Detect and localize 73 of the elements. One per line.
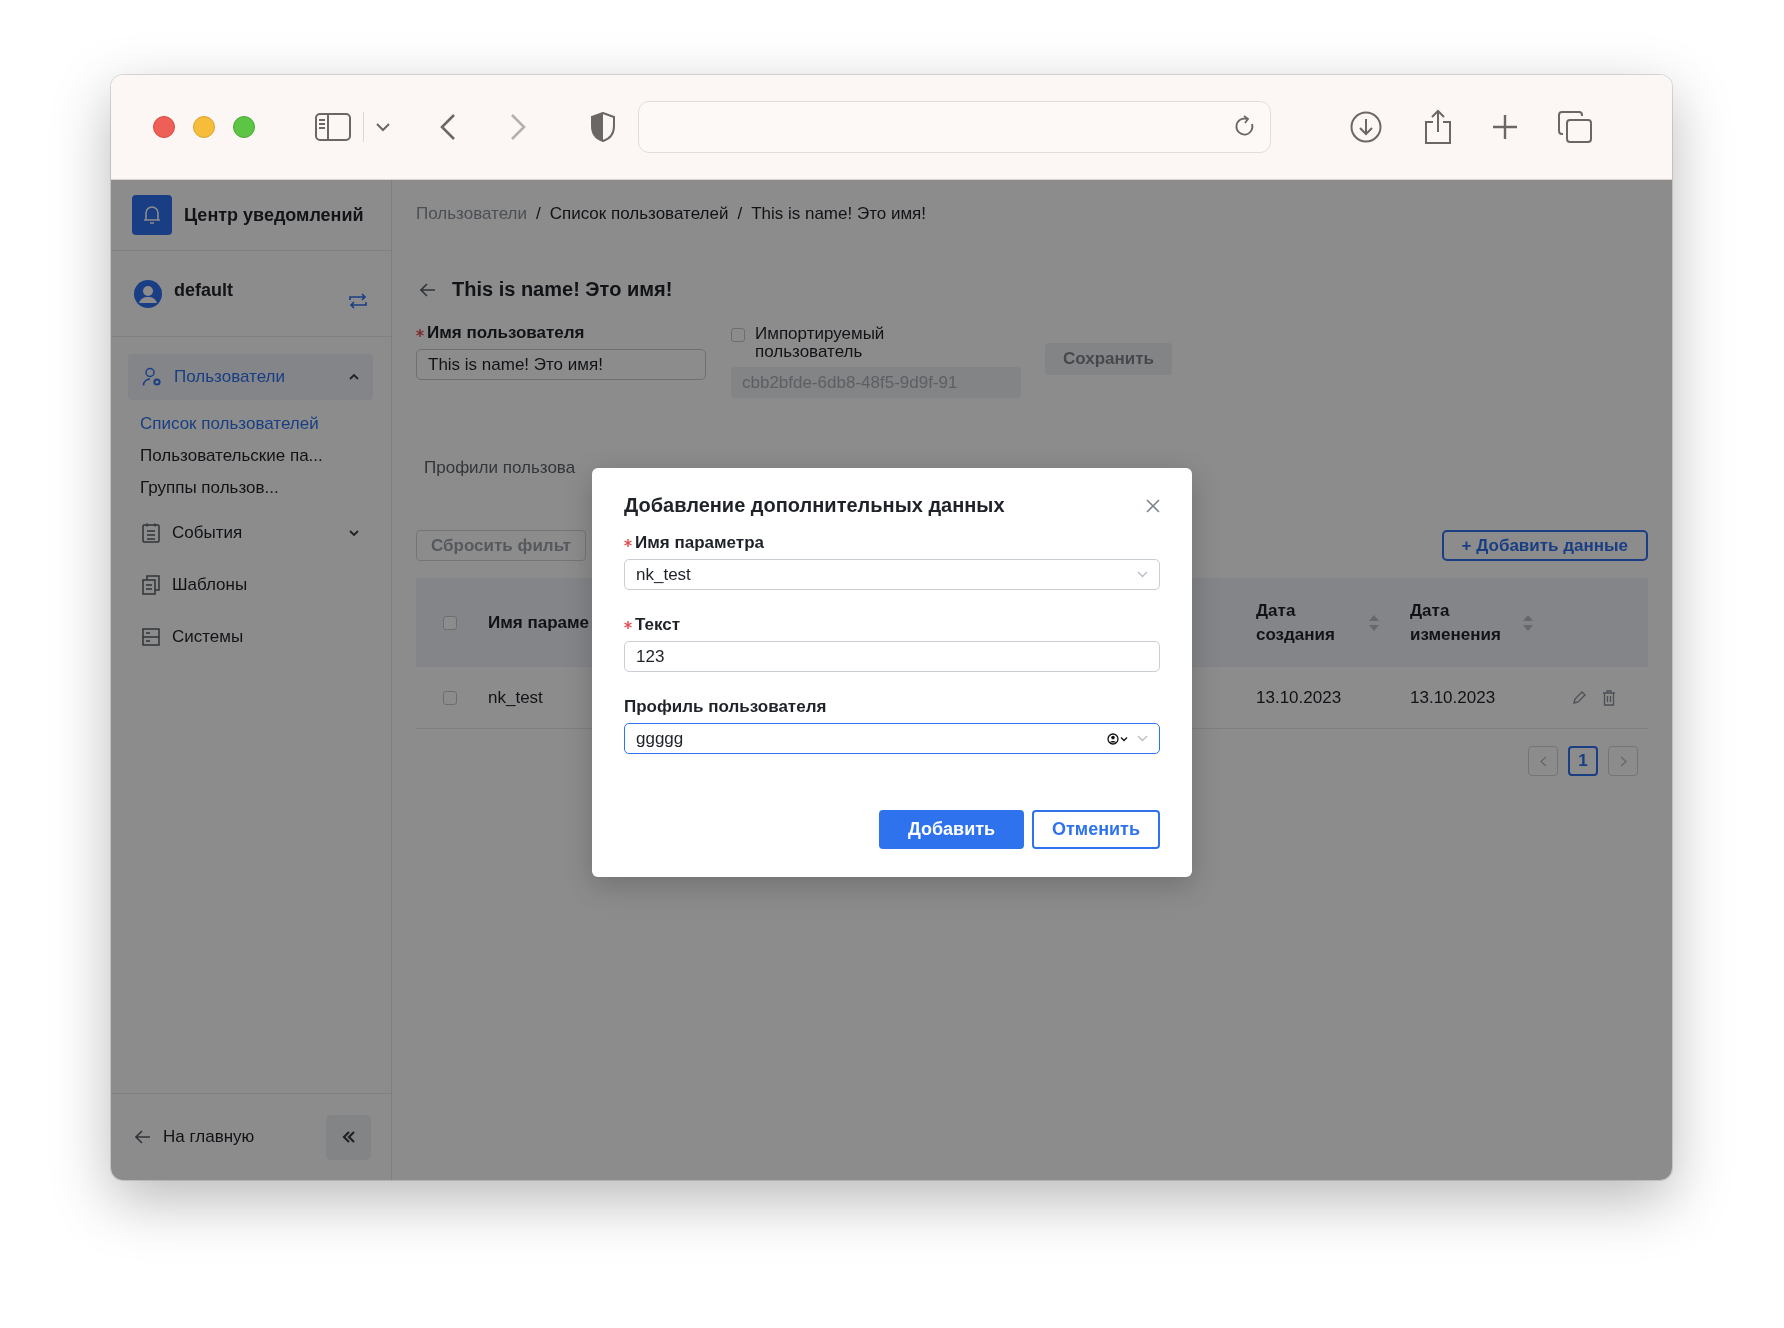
page-button[interactable]: 1 — [1568, 746, 1598, 776]
bell-logo-icon — [132, 195, 172, 235]
chevron-down-icon — [1137, 735, 1148, 742]
checkbox-label: Импортируемый пользователь — [755, 325, 886, 361]
add-data-button[interactable]: + Добавить данные — [1441, 530, 1648, 561]
menu-item[interactable]: Пользователи — [128, 354, 373, 400]
select-field[interactable]: ggggg — [624, 723, 1160, 754]
column-header: Дата изменения — [1410, 599, 1502, 646]
submenu-item[interactable]: Список пользователей — [140, 412, 373, 436]
menu-item[interactable]: Шаблоны — [128, 562, 373, 608]
share-icon[interactable] — [1424, 109, 1452, 145]
user-name: default — [174, 280, 234, 301]
back-icon[interactable] — [440, 113, 456, 141]
breadcrumb-separator: / — [535, 203, 541, 225]
pencil-icon[interactable] — [1572, 690, 1586, 705]
back-arrow-icon[interactable] — [420, 282, 436, 297]
chevron-down-icon — [1137, 571, 1148, 578]
text-field[interactable]: 123 — [624, 641, 1160, 672]
plus-icon[interactable] — [1492, 114, 1518, 140]
select-all-checkbox[interactable] — [443, 615, 457, 630]
close-icon — [1146, 498, 1160, 513]
imported-checkbox[interactable] — [731, 328, 745, 342]
tabs-icon[interactable] — [1558, 111, 1592, 143]
field-label: Текст — [635, 615, 681, 635]
double-chevron-left-icon — [341, 1131, 356, 1143]
server-icon — [142, 628, 160, 646]
column-header: Имя параме — [488, 611, 590, 634]
select-field[interactable]: nk_test — [624, 559, 1160, 590]
chevron-down-icon[interactable] — [376, 122, 390, 132]
menu-item[interactable]: События — [128, 510, 373, 556]
breadcrumb-item[interactable]: This is name! Это имя! — [751, 202, 927, 226]
app-title: Центр уведомлений — [184, 204, 364, 226]
user-circle-chevron-icon[interactable] — [1107, 732, 1129, 745]
chevron-right-icon — [1619, 755, 1627, 767]
close-button[interactable] — [1146, 498, 1160, 513]
submenu-item[interactable]: Пользовательские па... — [140, 444, 373, 468]
shield-icon[interactable] — [590, 112, 616, 142]
download-icon[interactable] — [1350, 111, 1382, 143]
dialog-title: Добавление дополнительных данных — [624, 494, 1005, 517]
column-header: Дата создания — [1256, 599, 1336, 646]
trash-icon[interactable] — [1602, 689, 1616, 706]
username-field[interactable]: This is name! Это имя! — [416, 349, 706, 380]
chevron-left-icon — [1539, 755, 1547, 767]
field-label: Профиль пользователя — [624, 697, 827, 717]
back-arrow-icon — [135, 1130, 151, 1144]
breadcrumb-item[interactable]: Список пользователей — [549, 202, 729, 226]
row-checkbox[interactable] — [443, 690, 457, 705]
table-cell: 13.10.2023 — [1256, 687, 1342, 707]
field-label: Имя пользователя — [427, 323, 585, 343]
close-window-button[interactable] — [153, 116, 175, 138]
cancel-button[interactable]: Отменить — [1032, 810, 1160, 849]
collapse-sidebar-button[interactable] — [326, 1114, 371, 1160]
chevron-down-icon — [349, 530, 359, 536]
sidebar-icon[interactable] — [315, 113, 351, 141]
avatar-icon — [134, 279, 162, 308]
table-cell: nk_test — [488, 687, 543, 707]
documents-icon — [142, 575, 160, 595]
user-gear-icon — [142, 367, 162, 387]
page-title: This is name! Это имя! — [452, 278, 673, 301]
switch-arrows-icon[interactable] — [349, 292, 367, 309]
chevron-up-icon — [349, 374, 359, 380]
breadcrumb-separator: / — [737, 203, 743, 225]
submenu-item[interactable]: Группы пользов... — [140, 476, 373, 500]
field-label: Имя параметра — [635, 533, 764, 553]
home-link[interactable]: На главную — [163, 1127, 255, 1147]
add-button[interactable]: Добавить — [879, 810, 1024, 849]
forward-icon[interactable] — [510, 113, 526, 141]
menu-item[interactable]: Системы — [128, 614, 373, 660]
maximize-window-button[interactable] — [233, 116, 255, 138]
table-cell: 13.10.2023 — [1410, 687, 1496, 707]
clipboard-icon — [142, 523, 160, 543]
minimize-window-button[interactable] — [193, 116, 215, 138]
tab[interactable]: Профили пользова — [424, 458, 576, 486]
